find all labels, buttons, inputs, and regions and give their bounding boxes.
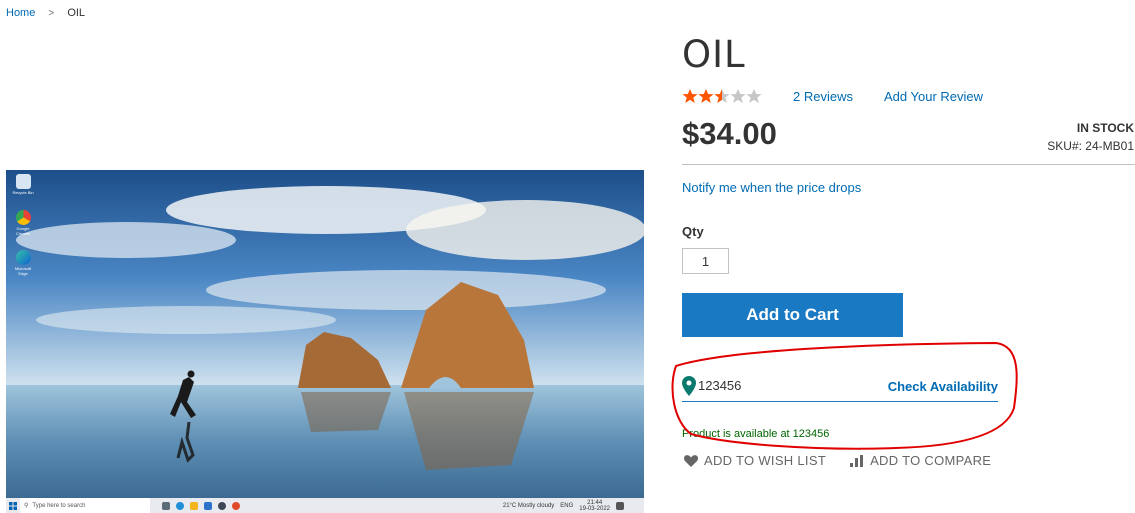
notification-icon[interactable] bbox=[616, 501, 624, 510]
availability-message: Product is available at 123456 bbox=[682, 428, 830, 440]
taskbar-search-box[interactable]: ⚲ Type here to search bbox=[20, 498, 150, 513]
breadcrumb: Home > OIL bbox=[6, 7, 85, 19]
add-to-compare-link[interactable]: ADD TO COMPARE bbox=[850, 453, 991, 468]
qty-label: Qty bbox=[682, 224, 704, 239]
clock-date: 19-03-2022 bbox=[579, 505, 610, 512]
product-actions: ADD TO WISH LIST ADD TO COMPARE bbox=[684, 453, 991, 468]
product-sku: SKU#: 24-MB01 bbox=[1047, 139, 1134, 153]
add-to-cart-button[interactable]: Add to Cart bbox=[682, 293, 903, 337]
add-to-wishlist-link[interactable]: ADD TO WISH LIST bbox=[684, 453, 826, 468]
desktop-recycle-bin-icon[interactable]: Recycle Bin bbox=[12, 174, 34, 195]
windows-start-icon[interactable] bbox=[6, 498, 20, 513]
weather-widget[interactable]: 21°C Mostly cloudy bbox=[503, 503, 554, 509]
desktop-chrome-icon[interactable]: Google Chrome bbox=[12, 210, 34, 236]
rating-stars-icon bbox=[682, 88, 766, 107]
product-image[interactable]: Recycle Bin Google Chrome Microsoft Edge… bbox=[6, 170, 644, 513]
breadcrumb-separator: > bbox=[48, 8, 55, 19]
taskbar-file-explorer-icon[interactable] bbox=[190, 501, 198, 510]
product-price: $34.00 bbox=[682, 116, 777, 151]
desktop-wallpaper-image bbox=[6, 170, 644, 498]
location-pin-icon bbox=[682, 376, 696, 401]
desktop-icon-label: Google Chrome bbox=[15, 226, 31, 236]
product-title: OIL bbox=[682, 33, 746, 76]
reviews-link[interactable]: 2 Reviews bbox=[793, 89, 853, 104]
windows-taskbar: ⚲ Type here to search 21°C Mostly cloudy… bbox=[6, 498, 644, 513]
taskbar-store-icon[interactable] bbox=[204, 501, 212, 510]
divider bbox=[682, 164, 1135, 165]
price-alert-link[interactable]: Notify me when the price drops bbox=[682, 180, 861, 195]
stock-status: IN STOCK bbox=[1076, 121, 1134, 135]
breadcrumb-home-link[interactable]: Home bbox=[6, 7, 35, 19]
breadcrumb-current: OIL bbox=[67, 7, 86, 19]
availability-checker: Check Availability bbox=[682, 375, 998, 402]
heart-icon bbox=[684, 454, 698, 467]
tray-language[interactable]: ENG bbox=[560, 503, 573, 509]
desktop-edge-icon[interactable]: Microsoft Edge bbox=[12, 250, 34, 276]
search-icon: ⚲ bbox=[24, 503, 29, 509]
wishlist-label: ADD TO WISH LIST bbox=[704, 453, 827, 468]
add-review-link[interactable]: Add Your Review bbox=[884, 89, 983, 104]
qty-input[interactable] bbox=[682, 248, 729, 274]
rating-star-graphic bbox=[682, 89, 762, 103]
tray-clock[interactable]: 21:44 19-03-2022 bbox=[579, 500, 610, 512]
desktop-icon-label: Recycle Bin bbox=[12, 190, 34, 195]
zip-code-input[interactable] bbox=[698, 378, 858, 393]
desktop-icon-label: Microsoft Edge bbox=[14, 266, 32, 276]
taskbar-app-icon[interactable] bbox=[218, 501, 226, 510]
taskbar-chrome-icon[interactable] bbox=[232, 501, 240, 510]
taskbar-search-placeholder: Type here to search bbox=[32, 502, 86, 509]
system-tray: 21°C Mostly cloudy ENG 21:44 19-03-2022 bbox=[503, 500, 624, 512]
check-availability-button[interactable]: Check Availability bbox=[888, 379, 998, 394]
task-view-icon[interactable] bbox=[162, 501, 170, 510]
compare-label: ADD TO COMPARE bbox=[870, 453, 992, 468]
compare-bars-icon bbox=[850, 454, 864, 467]
product-rating bbox=[682, 88, 766, 107]
taskbar-edge-icon[interactable] bbox=[176, 501, 184, 510]
